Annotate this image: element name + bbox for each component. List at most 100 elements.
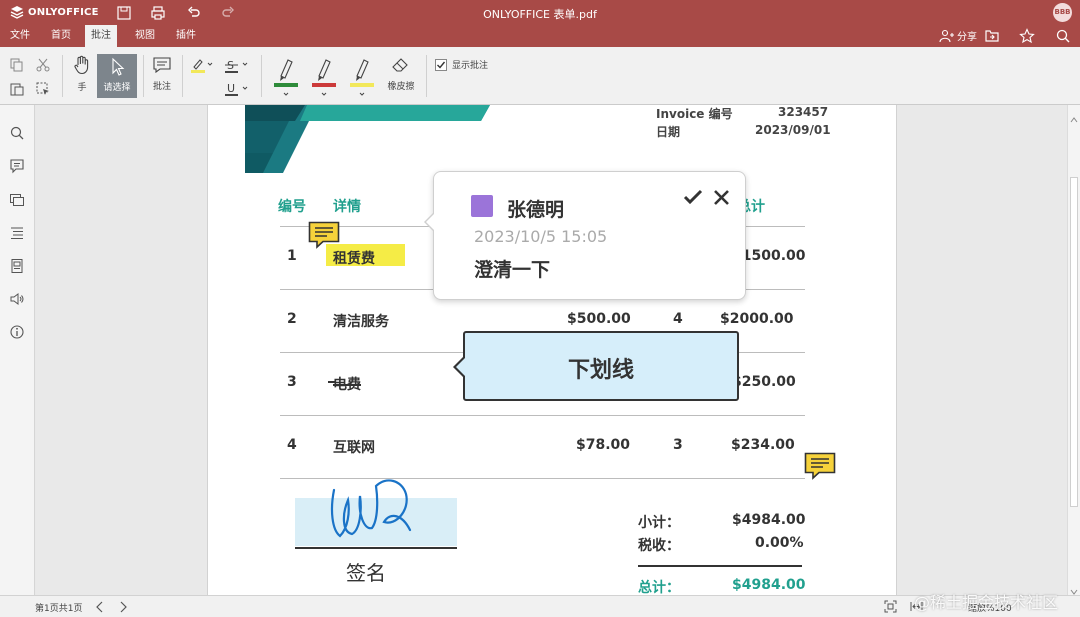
strikeout-annotation — [328, 381, 336, 383]
comment-note-icon[interactable] — [308, 221, 340, 249]
row-2-price: $500.00 — [567, 311, 631, 327]
open-file-location-icon[interactable] — [984, 28, 1000, 44]
pen-green-icon — [274, 59, 298, 96]
comment-author: 张德明 — [507, 199, 565, 221]
row-4-detail: 互联网 — [333, 440, 375, 456]
signature-label: 签名 — [346, 561, 386, 585]
pen-yellow-tool[interactable] — [348, 56, 376, 100]
comment-time: 2023/10/5 15:05 — [474, 227, 608, 246]
left-sidebar — [0, 105, 35, 595]
show-comments-toggle[interactable]: 显示批注 — [435, 58, 488, 71]
table-divider — [280, 415, 805, 416]
hand-icon — [74, 55, 89, 75]
row-2-total: $2000.00 — [720, 311, 794, 327]
invoice-date: 2023/09/01 — [755, 123, 831, 137]
tab-view[interactable]: 视图 — [129, 25, 161, 47]
author-color-swatch — [471, 195, 493, 217]
totals-divider — [638, 565, 802, 567]
pen-green-tool[interactable] — [272, 56, 300, 100]
eraser-icon — [392, 58, 408, 72]
next-page-icon[interactable] — [118, 601, 128, 613]
menu-bar: 文件 首页 批注 视图 插件 分享 — [0, 25, 1080, 47]
eraser-tool[interactable]: 橡皮擦 — [384, 56, 418, 92]
tax-value: 0.00% — [755, 535, 804, 551]
share-button[interactable]: 分享 — [939, 28, 977, 43]
hand-tool[interactable]: 手 — [68, 55, 96, 93]
chat-icon[interactable] — [9, 192, 25, 208]
popup-pointer-fill — [426, 213, 435, 231]
document-title: ONLYOFFICE 表单.pdf — [483, 8, 597, 21]
row-1-detail: 租赁费 — [333, 251, 375, 267]
select-label: 请选择 — [103, 83, 131, 93]
chevron-up-icon — [1070, 117, 1078, 123]
row-3-total: $250.00 — [732, 374, 796, 390]
toolbar-divider — [182, 55, 183, 97]
subtotal-label: 小计： — [638, 515, 680, 531]
close-icon[interactable] — [713, 189, 730, 206]
tax-label: 税收： — [638, 538, 680, 554]
strikeout-icon: S — [225, 59, 248, 73]
row-1-id: 1 — [287, 248, 297, 264]
scroll-up-arrow[interactable] — [1070, 109, 1078, 123]
navigation-icon[interactable] — [9, 225, 25, 241]
fit-page-icon[interactable] — [884, 600, 897, 613]
show-comments-label: 显示批注 — [452, 61, 489, 71]
info-icon[interactable] — [9, 324, 25, 340]
avatar[interactable]: BBB — [1053, 3, 1072, 22]
scroll-thumb[interactable] — [1070, 177, 1078, 507]
paste-icon[interactable] — [10, 82, 24, 96]
underline-callout: 下划线 — [453, 331, 739, 401]
comments-icon[interactable] — [9, 158, 25, 174]
row-2-id: 2 — [287, 311, 297, 327]
watermark: @稀土掘金技术社区 — [914, 593, 1059, 612]
tab-file[interactable]: 文件 — [4, 25, 36, 47]
speaker-icon[interactable] — [9, 291, 25, 307]
copy-icon[interactable] — [10, 58, 24, 72]
vertical-scrollbar[interactable] — [1067, 105, 1080, 595]
highlighter-pen-icon — [350, 59, 374, 96]
tab-home[interactable]: 首页 — [45, 25, 77, 47]
row-4-id: 4 — [287, 437, 297, 453]
previous-page-icon[interactable] — [95, 601, 105, 613]
page-indicator: 第1页共1页 — [35, 604, 83, 614]
strikeout-tool[interactable]: S — [224, 57, 252, 73]
tab-plugins[interactable]: 插件 — [170, 25, 202, 47]
toolbar-divider — [426, 55, 427, 97]
checkbox-checked-icon — [435, 58, 447, 71]
search-icon[interactable] — [9, 125, 25, 141]
svg-text:U: U — [227, 82, 235, 95]
row-2-detail: 清洁服务 — [333, 314, 389, 330]
toolbar-divider — [62, 55, 63, 97]
thumbnails-icon[interactable] — [9, 258, 25, 274]
underline-icon: U — [225, 82, 248, 96]
highlighter-icon — [191, 59, 213, 73]
cursor-icon — [112, 57, 125, 76]
comment-note-icon[interactable] — [804, 452, 836, 480]
comment-text: 澄清一下 — [474, 259, 551, 281]
select-all-icon[interactable] — [36, 82, 50, 96]
search-icon[interactable] — [1055, 28, 1071, 44]
invoice-header-graphic — [245, 105, 490, 173]
select-tool[interactable]: 请选择 — [97, 54, 137, 98]
invoice-date-label: 日期 — [656, 125, 681, 139]
add-comment-button[interactable]: 批注 — [148, 56, 176, 92]
resolve-check-icon[interactable] — [683, 188, 703, 206]
invoice-number-label: Invoice 编号 — [656, 107, 733, 121]
handwritten-signature — [330, 479, 412, 538]
comment-label: 批注 — [152, 82, 171, 92]
row-4-total: $234.00 — [731, 437, 795, 453]
cut-icon[interactable] — [36, 58, 50, 72]
app-window: ONLYOFFICE ONLYOFFICE 表单.pdf BBB 文件 首页 批… — [0, 0, 1080, 617]
subtotal-value: $4984.00 — [732, 512, 806, 528]
tab-comment[interactable]: 批注 — [85, 25, 117, 47]
highlight-tool[interactable] — [190, 57, 214, 73]
title-bar: ONLYOFFICE ONLYOFFICE 表单.pdf BBB — [0, 0, 1080, 25]
scroll-down-arrow[interactable] — [1070, 581, 1078, 595]
toolbar: 手 请选择 批注 S U 橡皮擦 — [0, 47, 1080, 105]
underline-tool[interactable]: U — [224, 81, 252, 97]
favorite-star-icon[interactable] — [1019, 28, 1035, 44]
total-value: $4984.00 — [732, 577, 806, 593]
eraser-label: 橡皮擦 — [387, 82, 415, 92]
comment-popup[interactable]: 张德明 2023/10/5 15:05 澄清一下 — [424, 171, 746, 300]
pen-red-tool[interactable] — [310, 56, 338, 100]
